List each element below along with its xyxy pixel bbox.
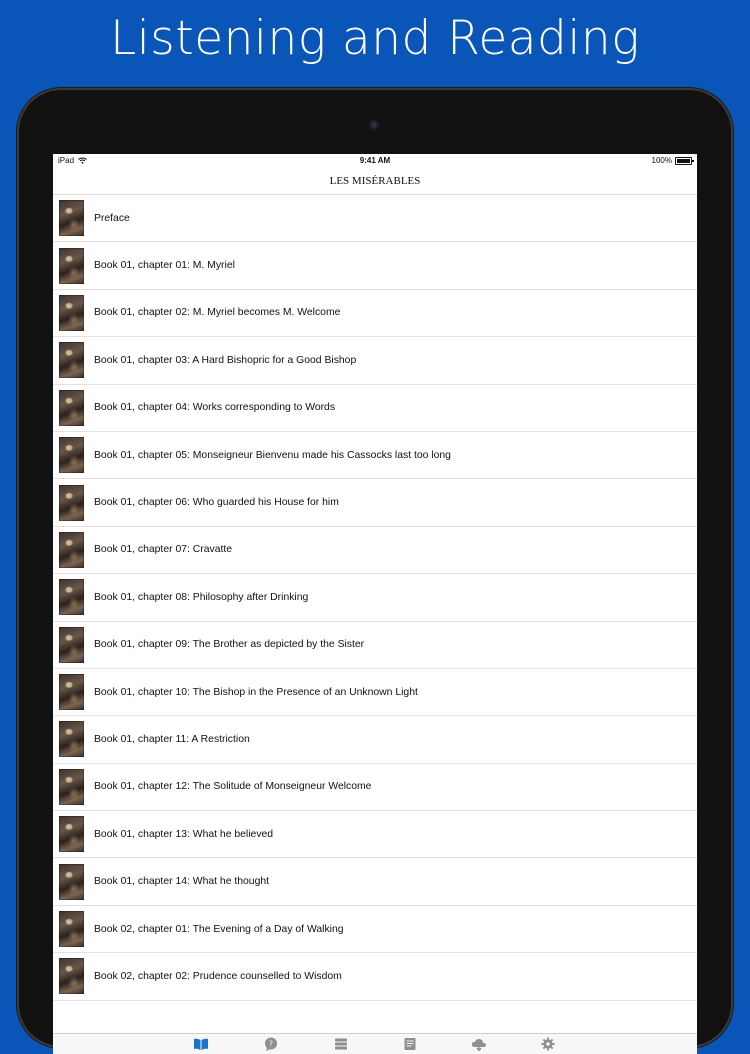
nav-bar: LES MISÉRABLES (53, 168, 697, 195)
chapter-thumbnail (59, 721, 84, 758)
chapter-title: Book 01, chapter 06: Who guarded his Hou… (94, 497, 339, 509)
notes-icon (404, 1038, 416, 1050)
chapter-thumbnail (59, 342, 84, 379)
battery-icon (675, 156, 694, 165)
chapter-thumbnail (59, 626, 84, 663)
chapter-title: Book 01, chapter 07: Cravatte (94, 544, 233, 556)
chapter-row[interactable]: Book 01, chapter 11: A Restriction (53, 716, 697, 764)
chapter-row[interactable]: Book 01, chapter 14: What he thought (53, 858, 697, 906)
chapter-title: Book 01, chapter 03: A Hard Bishopric fo… (94, 354, 357, 366)
chapter-title: Book 01, chapter 05: Monseigneur Bienven… (94, 449, 451, 461)
camera-icon (369, 120, 379, 130)
battery-percent: 100% (651, 156, 672, 165)
gear-icon (541, 1037, 555, 1051)
ipad-frame: iPad 9:41 AM 100% LES MISÉRABLES Preface… (17, 88, 733, 1054)
chapter-row[interactable]: Book 01, chapter 01: M. Myriel (53, 242, 697, 290)
chapter-row[interactable]: Book 01, chapter 09: The Brother as depi… (53, 622, 697, 669)
headline: Listening and Reading (110, 11, 640, 66)
chapter-thumbnail (59, 437, 84, 474)
question-bubble-icon: ? (265, 1037, 277, 1051)
chapter-title: Book 01, chapter 12: The Solitude of Mon… (94, 781, 372, 793)
chapter-thumbnail (59, 200, 84, 237)
status-time: 9:41 AM (359, 156, 391, 165)
svg-text:?: ? (269, 1040, 273, 1049)
tab-stack[interactable] (333, 1037, 349, 1051)
chapter-thumbnail (59, 768, 84, 805)
chapter-title: Book 01, chapter 13: What he believed (94, 828, 274, 840)
chapter-row[interactable]: Book 02, chapter 02: Prudence counselled… (53, 953, 697, 1001)
book-icon (194, 1038, 208, 1050)
chapter-title: Book 01, chapter 11: A Restriction (94, 733, 250, 745)
chapter-title: Book 01, chapter 10: The Bishop in the P… (94, 686, 418, 698)
chapter-row[interactable]: Book 02, chapter 01: The Evening of a Da… (53, 906, 697, 954)
chapter-title: Book 01, chapter 04: Works corresponding… (94, 402, 336, 414)
chapter-row[interactable]: Book 01, chapter 08: Philosophy after Dr… (53, 574, 697, 622)
chapter-row[interactable]: Book 01, chapter 03: A Hard Bishopric fo… (53, 337, 697, 385)
chapter-row[interactable]: Book 01, chapter 12: The Solitude of Mon… (53, 764, 697, 812)
chapter-row[interactable]: Book 01, chapter 05: Monseigneur Bienven… (53, 432, 697, 480)
chapter-title: Book 01, chapter 14: What he thought (94, 876, 270, 888)
tab-book[interactable] (193, 1037, 209, 1051)
cloud-download-icon (471, 1038, 487, 1052)
status-bar: iPad 9:41 AM 100% (53, 154, 697, 168)
chapter-title: Preface (94, 212, 130, 224)
chapter-thumbnail (59, 247, 84, 284)
chapter-title: Book 01, chapter 09: The Brother as depi… (94, 639, 365, 651)
tab-cloud-download[interactable] (471, 1037, 487, 1052)
chapter-row[interactable]: Book 01, chapter 13: What he believed (53, 811, 697, 859)
ipad-screen: iPad 9:41 AM 100% LES MISÉRABLES Preface… (53, 154, 697, 1054)
chapter-row[interactable]: Book 01, chapter 02: M. Myriel becomes M… (53, 290, 697, 338)
chapter-title: Book 01, chapter 02: M. Myriel becomes M… (94, 307, 341, 319)
chapter-list: Preface Book 01, chapter 01: M. Myriel Boo… (53, 195, 697, 1001)
chapter-thumbnail (59, 674, 84, 711)
tab-question-bubble[interactable]: ? (263, 1037, 279, 1051)
chapter-title: Book 01, chapter 01: M. Myriel (94, 260, 235, 272)
tab-gear[interactable] (540, 1037, 556, 1051)
chapter-thumbnail (59, 294, 84, 331)
chapter-thumbnail (59, 911, 84, 948)
nav-title: LES MISÉRABLES (329, 175, 421, 187)
chapter-thumbnail (59, 531, 84, 568)
chapter-row[interactable]: Book 01, chapter 06: Who guarded his Hou… (53, 479, 697, 527)
chapter-thumbnail (59, 863, 84, 900)
tab-notes[interactable] (402, 1037, 418, 1051)
chapter-thumbnail (59, 389, 84, 426)
chapter-title: Book 01, chapter 08: Philosophy after Dr… (94, 591, 309, 603)
chapter-title: Book 02, chapter 01: The Evening of a Da… (94, 923, 344, 935)
tab-bar: ? (53, 1033, 697, 1054)
stack-icon (335, 1038, 347, 1050)
chapter-thumbnail (59, 484, 84, 521)
chapter-row[interactable]: Preface (53, 195, 697, 243)
chapter-thumbnail (59, 579, 84, 616)
chapter-row[interactable]: Book 01, chapter 04: Works corresponding… (53, 385, 697, 432)
chapter-row[interactable]: Book 01, chapter 07: Cravatte (53, 527, 697, 575)
chapter-thumbnail (59, 958, 84, 995)
chapter-row[interactable]: Book 01, chapter 10: The Bishop in the P… (53, 669, 697, 717)
chapter-thumbnail (59, 816, 84, 853)
chapter-title: Book 02, chapter 02: Prudence counselled… (94, 970, 342, 982)
